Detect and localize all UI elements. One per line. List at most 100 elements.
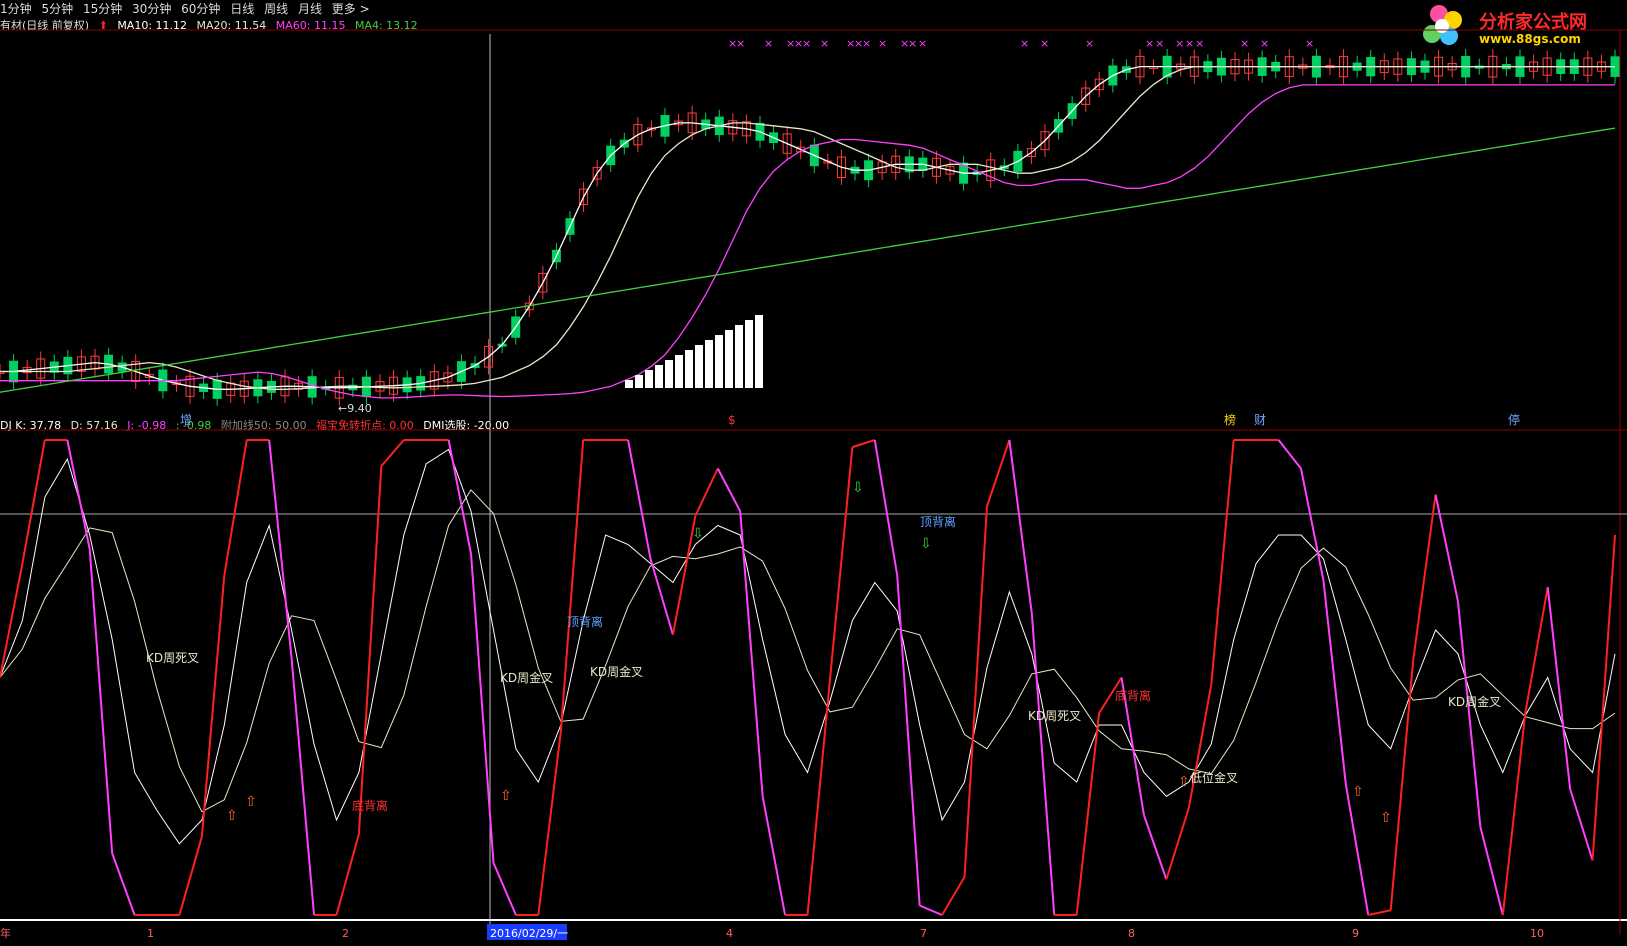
j-line-segment xyxy=(88,549,114,854)
rising-block-bar xyxy=(735,325,743,388)
rising-block-bar xyxy=(725,330,733,388)
buy-arrow-icon: ⇧ xyxy=(1178,774,1190,790)
x-axis-tick-label: 9 xyxy=(1352,927,1359,940)
j-line-segment xyxy=(335,833,360,916)
j-line-segment xyxy=(66,439,91,550)
signal-x-marker: × xyxy=(908,37,917,50)
j-line-segment xyxy=(1344,784,1370,916)
low-price-label: ←9.40 xyxy=(338,402,372,415)
ma20-line xyxy=(0,65,1615,390)
signal-label: 顶背离 xyxy=(920,514,956,529)
x-axis-tick-label: 年 xyxy=(0,926,11,940)
j-line-segment xyxy=(896,575,921,906)
rising-block-bar xyxy=(665,360,673,388)
j-line-segment xyxy=(357,466,383,835)
buy-arrow-icon: ⇧ xyxy=(226,808,238,824)
sell-arrow-icon: ⇩ xyxy=(852,480,864,496)
j-line-segment xyxy=(1412,494,1437,662)
j-line-segment xyxy=(492,862,517,916)
buy-arrow-icon: ⇧ xyxy=(500,788,512,804)
x-axis-tick-label: 7 xyxy=(920,927,927,940)
rising-block-bar xyxy=(715,335,723,388)
j-line-segment xyxy=(627,439,652,559)
rising-block-bar xyxy=(685,350,693,388)
j-line-segment xyxy=(1434,494,1459,602)
ma60-line xyxy=(0,84,1615,399)
j-line-segment xyxy=(559,439,585,733)
rising-block-bar xyxy=(675,355,683,388)
signal-label: 顶背离 xyxy=(567,614,603,629)
j-line-segment xyxy=(1591,534,1616,861)
signal-x-marker: × xyxy=(1145,37,1154,50)
x-axis-tick-label: 10 xyxy=(1530,927,1544,940)
signal-x-marker: × xyxy=(1085,37,1094,50)
j-line-segment xyxy=(716,468,742,512)
x-axis-tick-label: 4 xyxy=(726,927,733,940)
k-line xyxy=(0,448,1616,845)
signal-label: KD周死叉 xyxy=(1028,709,1081,723)
j-line-segment xyxy=(290,658,316,916)
j-line-segment xyxy=(761,796,787,916)
ma4-line xyxy=(0,127,1616,393)
rising-block-bar xyxy=(625,380,633,388)
j-line-segment xyxy=(178,836,203,916)
signal-label: KD周金叉 xyxy=(1448,694,1501,709)
signal-x-marker: × xyxy=(1040,37,1049,50)
j-line-segment xyxy=(21,439,46,564)
j-line-segment xyxy=(537,732,562,916)
signal-x-marker: × xyxy=(1195,37,1204,50)
rising-block-bar xyxy=(655,365,663,388)
j-line-segment xyxy=(1143,814,1168,880)
signal-label: 底背离 xyxy=(1115,688,1151,703)
main-annotation: 财 xyxy=(1254,413,1266,427)
signal-x-marker: × xyxy=(820,37,829,50)
signal-x-marker: × xyxy=(802,37,811,50)
signal-x-marker: × xyxy=(1260,37,1269,50)
signal-x-marker: × xyxy=(764,37,773,50)
j-line-segment xyxy=(852,439,876,449)
j-line-segment xyxy=(200,575,226,837)
signal-x-marker: × xyxy=(1155,37,1164,50)
stock-chart[interactable]: ×× × ××× × ××× × ×× × × × × × × × × × × × ×增 $ 榜财停←9.40⇧⇧ ⇧⇧⇧… xyxy=(0,0,1627,946)
j-line-segment xyxy=(1299,468,1325,581)
signal-x-marker: × xyxy=(1175,37,1184,50)
rising-block-bar xyxy=(705,340,713,388)
buy-arrow-icon: ⇧ xyxy=(1352,784,1364,800)
j-line-segment xyxy=(985,439,1011,507)
signal-x-marker: × xyxy=(918,37,927,50)
j-line-segment xyxy=(223,439,248,576)
rising-block-bar xyxy=(645,370,653,388)
signal-label: KD周死叉 xyxy=(146,651,199,665)
j-line-segment xyxy=(1277,439,1302,470)
j-line-segment xyxy=(649,558,674,636)
j-line-segment xyxy=(1368,909,1391,916)
j-line-segment xyxy=(1075,713,1101,916)
j-line-segment xyxy=(941,876,966,916)
signal-label: KD周金叉 xyxy=(500,670,553,685)
signal-label: 底背离 xyxy=(352,798,388,813)
j-line-segment xyxy=(1187,684,1213,809)
rising-block-bar xyxy=(755,315,763,388)
signal-x-marker: × xyxy=(862,37,871,50)
cursor-date-label: 2016/02/29/一 xyxy=(490,927,568,940)
j-line-segment xyxy=(873,439,899,576)
x-axis-tick-label: 8 xyxy=(1128,927,1135,940)
j-line-segment xyxy=(1165,807,1190,880)
j-line-segment xyxy=(1569,788,1594,861)
ma10-line xyxy=(0,65,1615,390)
signal-x-marker: × xyxy=(1020,37,1029,50)
j-line-segment xyxy=(1524,587,1549,714)
j-line-segment xyxy=(919,904,943,916)
x-axis-tick-label: 2 xyxy=(342,927,349,940)
j-line-segment xyxy=(1479,826,1504,916)
j-line-segment xyxy=(1030,613,1056,916)
signal-x-marker: × xyxy=(1305,37,1314,50)
signal-x-marker: × xyxy=(1240,37,1249,50)
j-line-segment xyxy=(1008,439,1033,614)
main-annotation: 榜 xyxy=(1224,412,1236,427)
signal-label: 低位金叉 xyxy=(1190,770,1238,785)
x-axis-tick-label: 1 xyxy=(147,927,154,940)
j-line-segment xyxy=(380,439,405,467)
main-annotation: 增 xyxy=(180,413,192,427)
signal-x-marker: × xyxy=(878,37,887,50)
